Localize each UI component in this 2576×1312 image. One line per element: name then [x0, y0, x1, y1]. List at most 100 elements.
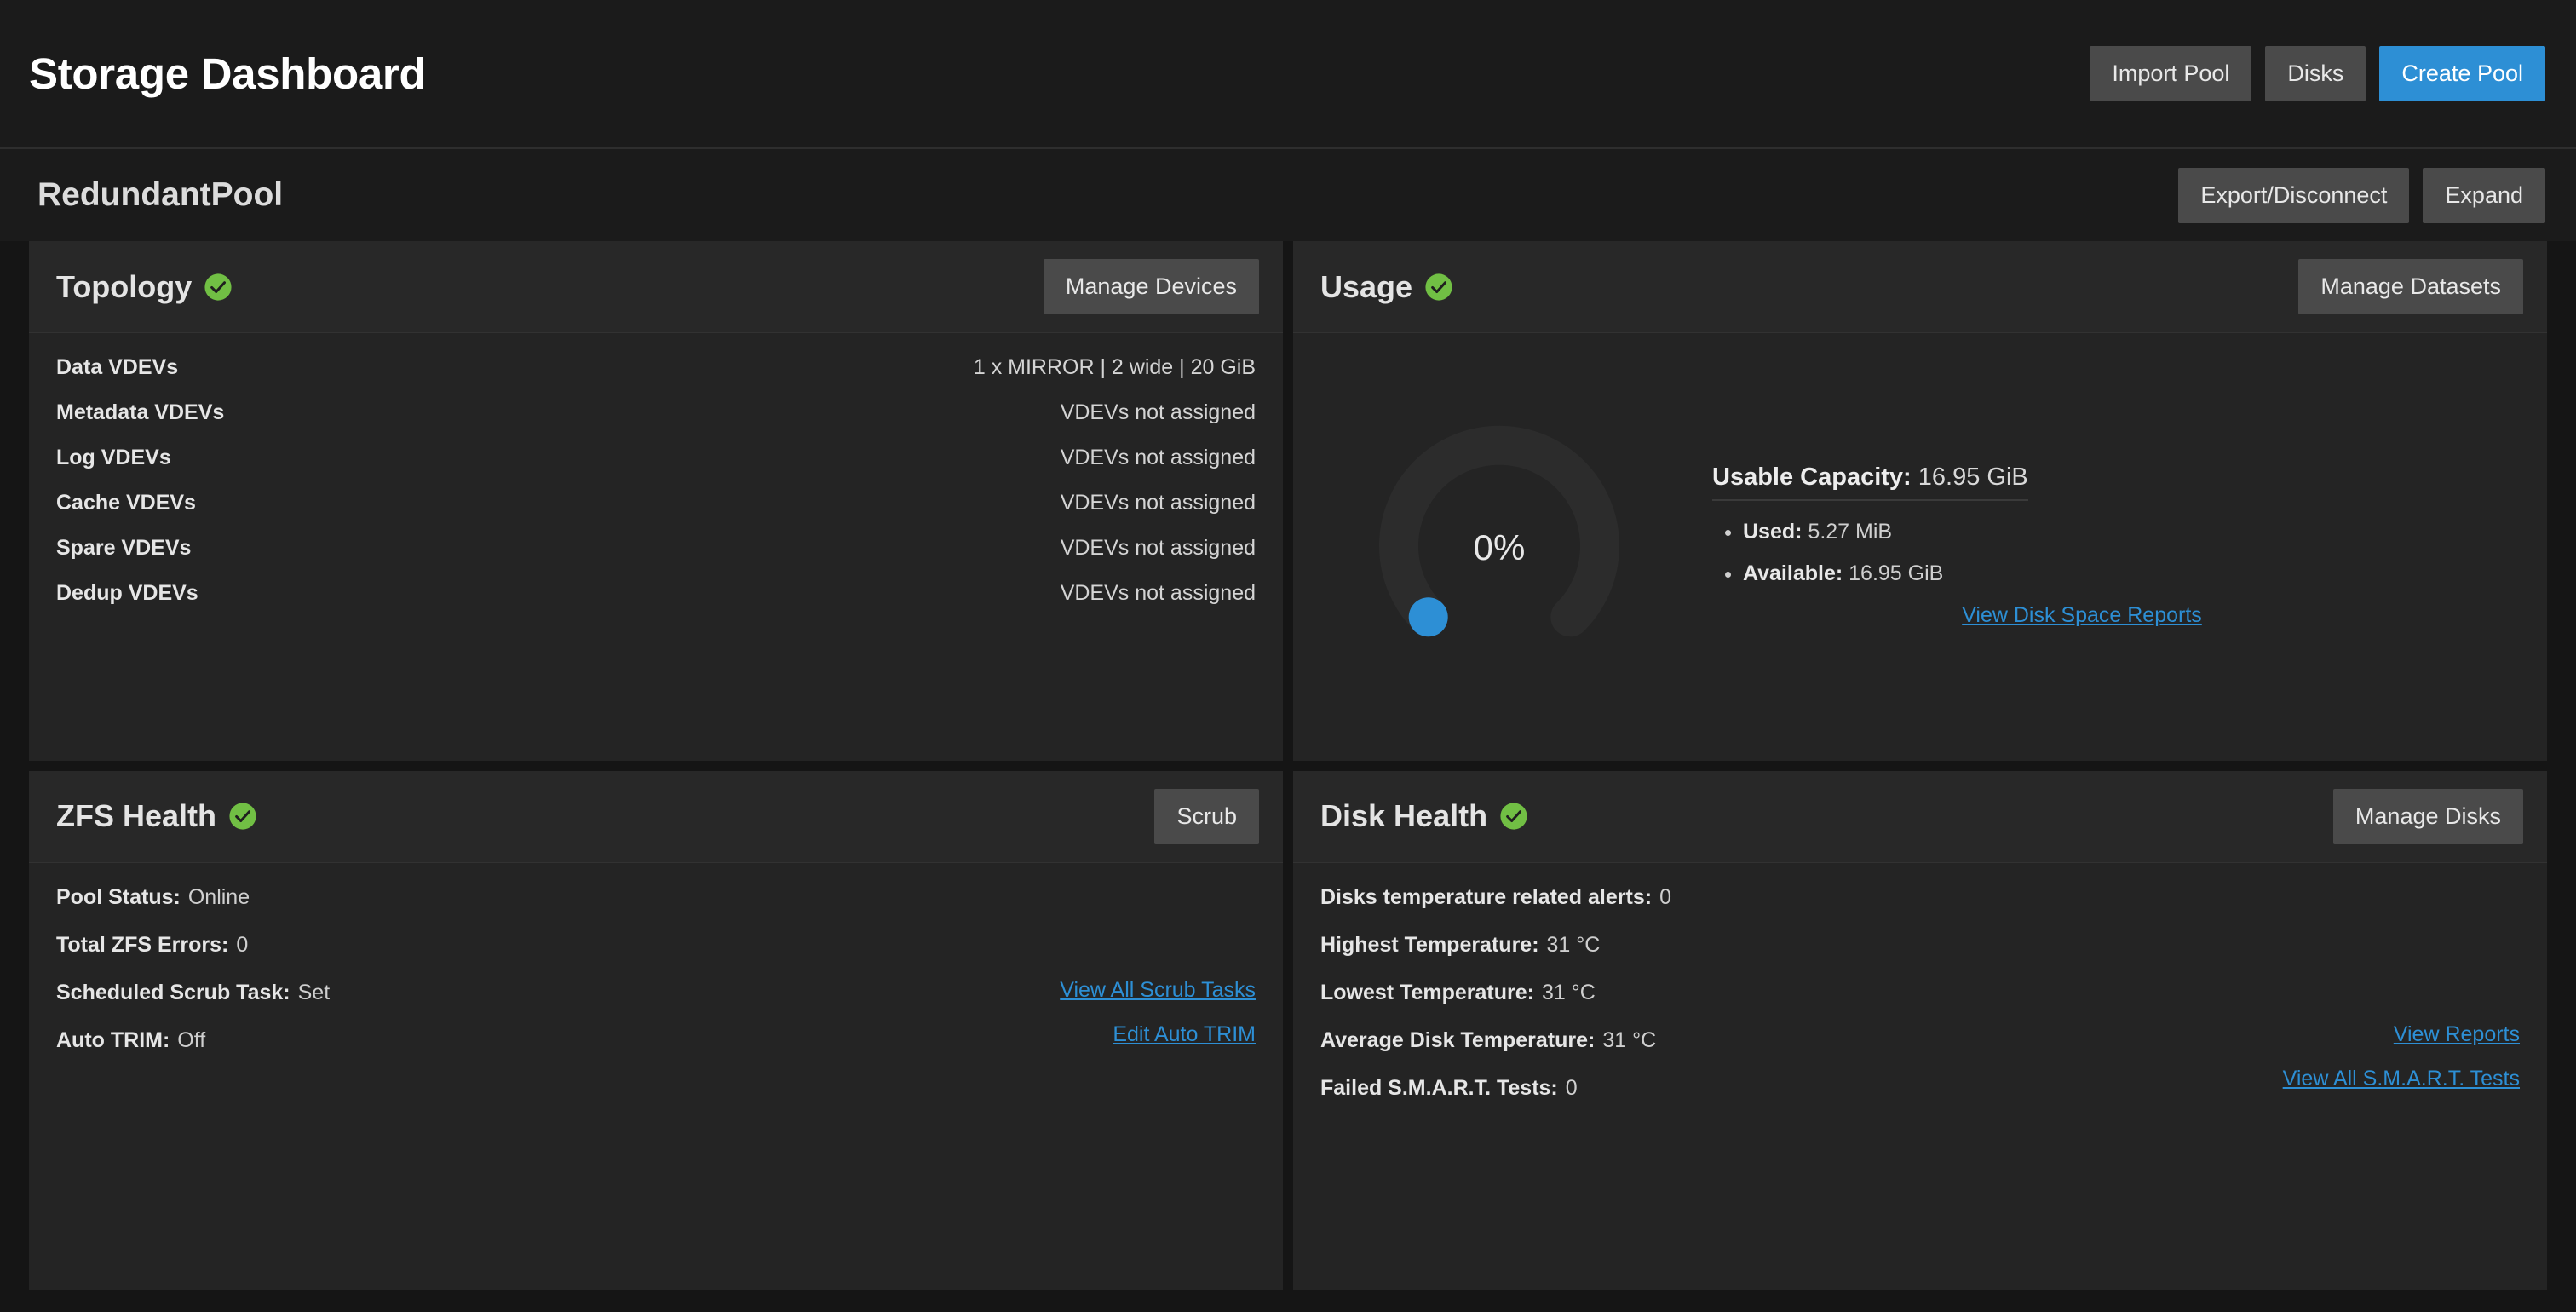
table-row: Average Disk Temperature: 31 °C — [1320, 1028, 2520, 1053]
zfs-health-card-header: ZFS Health Scrub — [29, 771, 1283, 863]
create-pool-button[interactable]: Create Pool — [2379, 46, 2545, 101]
expand-button[interactable]: Expand — [2423, 168, 2545, 223]
usable-capacity-value: 16.95 GiB — [1918, 463, 2028, 491]
import-pool-button[interactable]: Import Pool — [2090, 46, 2251, 101]
row-label: Data VDEVs — [56, 355, 178, 380]
manage-datasets-button[interactable]: Manage Datasets — [2298, 259, 2523, 314]
row-label: Highest Temperature: — [1320, 933, 1539, 958]
row-label: Log VDEVs — [56, 446, 171, 470]
row-label: Scheduled Scrub Task: — [56, 981, 290, 1005]
table-row: Spare VDEVs VDEVs not assigned — [56, 536, 1256, 561]
page-title: Storage Dashboard — [29, 49, 425, 99]
usage-stats: Usable Capacity: 16.95 GiB Used: 5.27 Mi… — [1712, 463, 2520, 628]
table-row: Auto TRIM: Off — [56, 1028, 1256, 1053]
row-value: Set — [298, 981, 331, 1005]
pool-actions: Export/Disconnect Expand — [2178, 168, 2545, 223]
check-circle-icon — [228, 802, 257, 831]
disk-health-card: Disk Health Manage Disks Disks temperatu… — [1293, 771, 2547, 1291]
row-label: Spare VDEVs — [56, 536, 191, 561]
usage-card: Usage Manage Datasets 0% — [1293, 241, 2547, 761]
disk-health-card-header: Disk Health Manage Disks — [1293, 771, 2547, 863]
row-label: Cache VDEVs — [56, 491, 196, 515]
row-value: 1 x MIRROR | 2 wide | 20 GiB — [974, 355, 1256, 380]
usage-title: Usage — [1320, 269, 1412, 305]
row-value: VDEVs not assigned — [1061, 491, 1256, 515]
row-label: Lowest Temperature: — [1320, 981, 1534, 1005]
topology-title-wrap: Topology — [56, 269, 233, 305]
row-value: Online — [188, 885, 250, 910]
dashboard-grid: Topology Manage Devices Data VDEVs 1 x M… — [0, 241, 2576, 1312]
table-row: Data VDEVs 1 x MIRROR | 2 wide | 20 GiB — [56, 355, 1256, 380]
topology-card-header: Topology Manage Devices — [29, 241, 1283, 333]
used-value: 5.27 MiB — [1808, 520, 1892, 544]
available-label: Available: — [1743, 561, 1843, 585]
topology-title: Topology — [56, 269, 192, 305]
disk-health-title: Disk Health — [1320, 798, 1487, 834]
manage-disks-button[interactable]: Manage Disks — [2333, 789, 2523, 844]
list-item: Available: 16.95 GiB — [1743, 561, 2486, 586]
usage-gauge-value-marker — [1409, 597, 1448, 636]
row-label: Dedup VDEVs — [56, 581, 198, 606]
row-label: Failed S.M.A.R.T. Tests: — [1320, 1076, 1558, 1101]
disk-health-title-wrap: Disk Health — [1320, 798, 1528, 834]
usage-link-row: View Disk Space Reports — [1712, 603, 2486, 628]
row-label: Metadata VDEVs — [56, 400, 224, 425]
row-label: Pool Status: — [56, 885, 181, 910]
table-row: Total ZFS Errors: 0 — [56, 933, 1256, 958]
top-bar-actions: Import Pool Disks Create Pool — [2090, 46, 2545, 101]
usage-breakdown-list: Used: 5.27 MiB Available: 16.95 GiB — [1743, 520, 2486, 586]
row-value: 0 — [236, 933, 248, 958]
export-disconnect-button[interactable]: Export/Disconnect — [2178, 168, 2409, 223]
storage-dashboard-page: Storage Dashboard Import Pool Disks Crea… — [0, 0, 2576, 1312]
pool-header: RedundantPool Export/Disconnect Expand — [0, 149, 2576, 241]
table-row: Metadata VDEVs VDEVs not assigned — [56, 400, 1256, 425]
row-value: 31 °C — [1547, 933, 1601, 958]
usable-capacity-label: Usable Capacity: — [1712, 463, 1912, 491]
view-all-scrub-tasks-link[interactable]: View All Scrub Tasks — [1060, 978, 1256, 1003]
check-circle-icon — [204, 273, 233, 302]
row-value: VDEVs not assigned — [1061, 446, 1256, 470]
usable-capacity-line: Usable Capacity: 16.95 GiB — [1712, 463, 2028, 501]
zfs-health-title-wrap: ZFS Health — [56, 798, 257, 834]
row-label: Total ZFS Errors: — [56, 933, 228, 958]
disks-button[interactable]: Disks — [2265, 46, 2366, 101]
table-row: Disks temperature related alerts: 0 — [1320, 885, 2520, 910]
used-label: Used: — [1743, 520, 1802, 544]
scrub-button[interactable]: Scrub — [1154, 789, 1259, 844]
manage-devices-button[interactable]: Manage Devices — [1044, 259, 1259, 314]
check-circle-icon — [1499, 802, 1528, 831]
table-row: Cache VDEVs VDEVs not assigned — [56, 491, 1256, 515]
view-reports-link[interactable]: View Reports — [2394, 1022, 2520, 1047]
usage-gauge: 0% — [1320, 418, 1678, 674]
check-circle-icon — [1424, 273, 1453, 302]
row-label: Disks temperature related alerts: — [1320, 885, 1652, 910]
pool-name: RedundantPool — [37, 176, 283, 214]
usage-gauge-ring — [1371, 418, 1627, 674]
disk-health-card-body: Disks temperature related alerts: 0 High… — [1293, 863, 2547, 1291]
usage-card-body: 0% Usable Capacity: 16.95 GiB Used: 5.27… — [1293, 333, 2547, 761]
row-value: VDEVs not assigned — [1061, 581, 1256, 606]
row-label: Auto TRIM: — [56, 1028, 170, 1053]
list-item: Used: 5.27 MiB — [1743, 520, 2486, 544]
edit-auto-trim-link[interactable]: Edit Auto TRIM — [1113, 1022, 1256, 1047]
row-value: Off — [177, 1028, 205, 1053]
top-bar: Storage Dashboard Import Pool Disks Crea… — [0, 0, 2576, 149]
usage-card-header: Usage Manage Datasets — [1293, 241, 2547, 333]
zfs-health-card: ZFS Health Scrub Pool Status: Online Tot… — [29, 771, 1283, 1291]
view-all-smart-tests-link[interactable]: View All S.M.A.R.T. Tests — [2283, 1067, 2520, 1091]
row-label: Average Disk Temperature: — [1320, 1028, 1595, 1053]
table-row: Lowest Temperature: 31 °C — [1320, 981, 2520, 1005]
topology-card: Topology Manage Devices Data VDEVs 1 x M… — [29, 241, 1283, 761]
row-value: VDEVs not assigned — [1061, 400, 1256, 425]
table-row: Log VDEVs VDEVs not assigned — [56, 446, 1256, 470]
row-value: VDEVs not assigned — [1061, 536, 1256, 561]
row-value: 0 — [1566, 1076, 1578, 1101]
row-value: 31 °C — [1602, 1028, 1656, 1053]
view-disk-space-reports-link[interactable]: View Disk Space Reports — [1962, 603, 2202, 627]
usage-title-wrap: Usage — [1320, 269, 1453, 305]
topology-card-body: Data VDEVs 1 x MIRROR | 2 wide | 20 GiB … — [29, 333, 1283, 761]
table-row: Dedup VDEVs VDEVs not assigned — [56, 581, 1256, 606]
available-value: 16.95 GiB — [1849, 561, 1943, 585]
row-value: 31 °C — [1542, 981, 1596, 1005]
table-row: Pool Status: Online — [56, 885, 1256, 910]
